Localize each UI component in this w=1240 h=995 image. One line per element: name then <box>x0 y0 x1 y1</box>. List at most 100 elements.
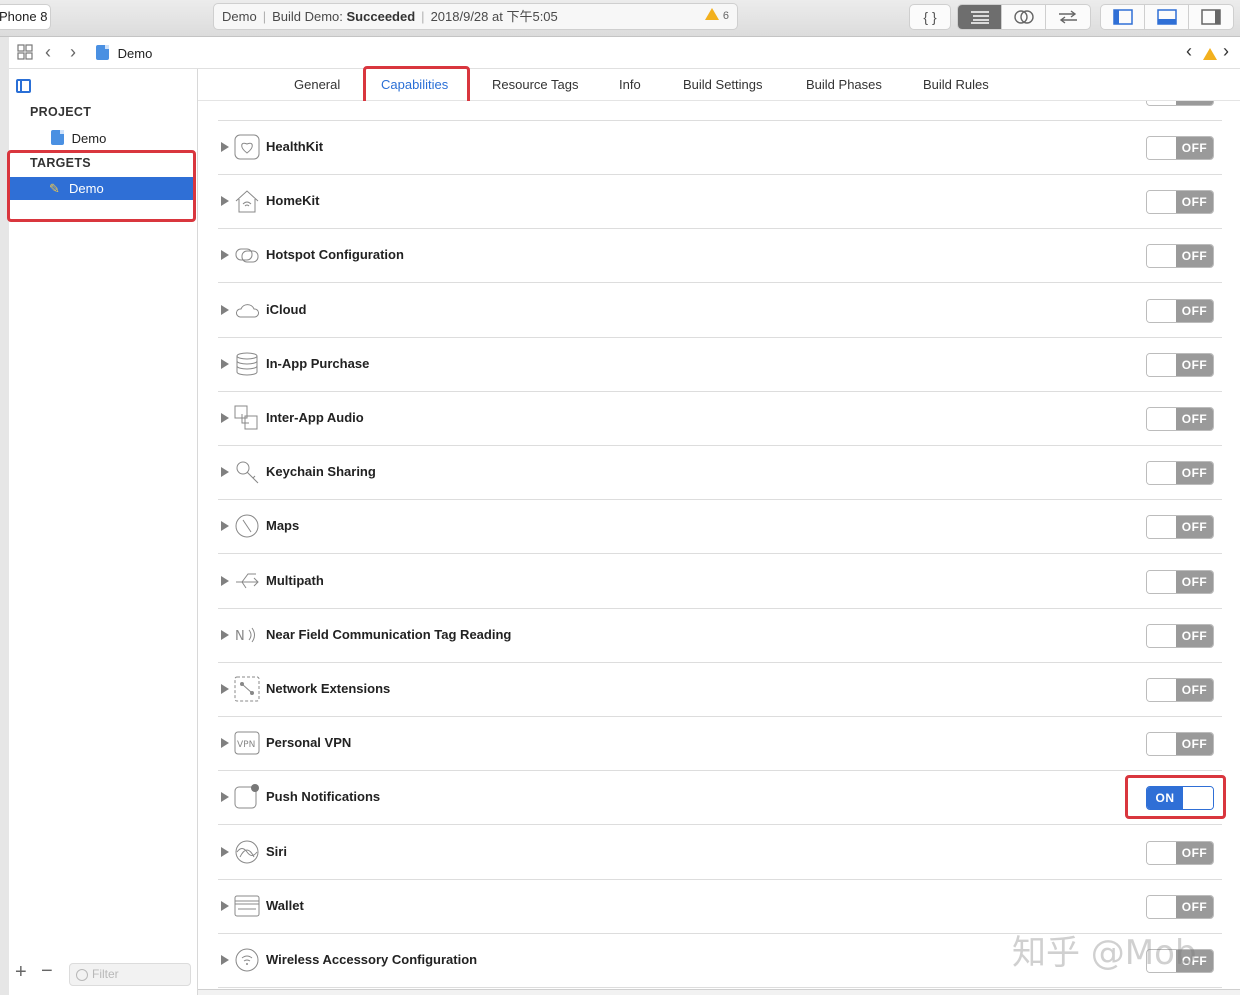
warning-indicator[interactable]: 6 <box>704 4 729 29</box>
disclosure-triangle-icon[interactable] <box>221 413 229 423</box>
tab-resource-tags[interactable]: Resource Tags <box>492 77 578 92</box>
capability-toggle[interactable]: OFF <box>1146 298 1214 323</box>
activity-timestamp: 2018/9/28 at 下午5:05 <box>430 9 558 24</box>
activity-project: Demo <box>222 9 257 24</box>
warning-count: 6 <box>722 10 729 22</box>
panel-toggle-group <box>1100 4 1234 30</box>
toggle-state: OFF <box>1176 408 1213 430</box>
disclosure-triangle-icon[interactable] <box>221 467 229 478</box>
standard-editor-button[interactable] <box>958 5 1003 29</box>
tab-general[interactable]: General <box>294 77 340 92</box>
capability-toggle[interactable]: OFF <box>1146 678 1214 702</box>
tab-info[interactable]: Info <box>619 77 641 92</box>
capability-row[interactable]: N Near Field Communication Tag Reading OFF <box>218 609 1222 663</box>
capability-switch-partial[interactable] <box>1146 101 1214 106</box>
capabilities-list: HealthKit OFF HomeKit OFF Hotspot Configurat… <box>198 101 1240 995</box>
watermark: 知乎 @Mob <box>1012 933 1197 973</box>
capability-row[interactable]: Keychain Sharing OFF <box>218 446 1222 501</box>
capability-label: Push Notifications <box>266 789 381 805</box>
toggle-knob <box>1147 245 1177 268</box>
editor-mode-group <box>957 4 1091 30</box>
window-toolbar: Phone 8 Demo | Build Demo: Succeeded | 2018/… <box>0 0 1240 37</box>
tab-build-phases[interactable]: Build Phases <box>806 77 882 92</box>
next-issue-icon[interactable]: › <box>1223 41 1229 62</box>
toggle-knob <box>1147 462 1177 485</box>
venn-icon <box>1013 10 1034 24</box>
add-target-button[interactable]: + <box>15 961 27 984</box>
activity-build-status: Succeeded <box>346 9 416 24</box>
remove-target-button[interactable]: − <box>41 960 53 983</box>
capability-toggle[interactable]: OFF <box>1146 407 1214 431</box>
tab-build-settings[interactable]: Build Settings <box>683 77 763 92</box>
targets-highlight-box <box>7 150 196 222</box>
capability-label: Maps <box>266 518 300 534</box>
assistant-editor-button[interactable] <box>1002 5 1046 29</box>
disclosure-triangle-icon[interactable] <box>221 955 229 965</box>
capability-toggle[interactable]: OFF <box>1146 840 1214 865</box>
capability-row[interactable]: Network Extensions OFF <box>218 663 1222 717</box>
disclosure-triangle-icon[interactable] <box>221 250 229 261</box>
capability-toggle[interactable]: OFF <box>1146 623 1214 648</box>
disclosure-triangle-icon[interactable] <box>221 304 229 315</box>
disclosure-triangle-icon[interactable] <box>221 142 229 152</box>
issue-warning-icon[interactable] <box>1203 46 1221 62</box>
toggle-knob <box>1147 353 1177 376</box>
capability-row[interactable]: iCloud OFF <box>218 284 1222 338</box>
version-editor-button[interactable] <box>1046 5 1090 29</box>
coins-icon <box>234 351 260 377</box>
disclosure-triangle-icon[interactable] <box>221 629 229 640</box>
lines-icon <box>970 11 989 24</box>
capability-toggle[interactable]: OFF <box>1146 352 1214 377</box>
capability-toggle[interactable]: OFF <box>1146 244 1214 269</box>
inspector-toggle-button[interactable] <box>1189 5 1233 29</box>
disclosure-triangle-icon[interactable] <box>221 521 229 532</box>
capability-toggle[interactable]: OFF <box>1146 461 1214 486</box>
capability-toggle[interactable]: OFF <box>1146 894 1214 919</box>
capability-row[interactable]: Hotspot Configuration OFF <box>218 229 1222 284</box>
breadcrumb-file[interactable]: Demo <box>96 45 152 61</box>
disclosure-triangle-icon[interactable] <box>221 738 229 749</box>
capability-row[interactable]: In-App Purchase OFF <box>218 338 1222 392</box>
toggle-knob <box>1147 570 1177 593</box>
toggle-state: OFF <box>1176 516 1213 539</box>
navigator-toggle-button[interactable] <box>1101 5 1146 29</box>
left-panel-icon <box>1112 9 1133 25</box>
debug-toggle-button[interactable] <box>1145 5 1189 29</box>
disclosure-triangle-icon[interactable] <box>221 575 229 586</box>
capability-row[interactable]: Push Notifications ON <box>218 771 1222 826</box>
capability-row[interactable]: Inter-App Audio OFF <box>218 392 1222 446</box>
toggle-state: OFF <box>1176 624 1213 647</box>
scheme-device-selector[interactable]: Phone 8 <box>0 4 51 30</box>
capability-toggle[interactable]: OFF <box>1146 136 1214 160</box>
capability-toggle[interactable]: OFF <box>1146 732 1214 757</box>
capability-toggle[interactable]: OFF <box>1146 190 1214 215</box>
bottom-panel-icon <box>1156 9 1177 25</box>
sidebar-project-demo[interactable]: Demo <box>51 130 106 146</box>
breadcrumb-file-label: Demo <box>117 46 153 61</box>
disclosure-triangle-icon[interactable] <box>221 900 229 911</box>
capability-row[interactable]: Siri OFF <box>218 826 1222 880</box>
disclosure-triangle-icon[interactable] <box>221 792 229 803</box>
capability-label: Near Field Communication Tag Reading <box>266 626 512 642</box>
capability-toggle[interactable]: OFF <box>1146 569 1214 594</box>
capability-toggle[interactable]: OFF <box>1146 515 1214 540</box>
siri-icon <box>234 839 260 865</box>
forward-arrow-icon[interactable]: › <box>70 42 76 63</box>
library-button[interactable]: { } <box>909 4 951 30</box>
disclosure-triangle-icon[interactable] <box>221 684 229 694</box>
disclosure-triangle-icon[interactable] <box>221 196 229 207</box>
disclosure-triangle-icon[interactable] <box>221 846 229 857</box>
back-arrow-icon[interactable]: ‹ <box>45 42 51 63</box>
related-items-icon[interactable] <box>17 44 33 63</box>
capability-row[interactable]: Maps OFF <box>218 500 1222 555</box>
capability-row[interactable]: VPN Personal VPN OFF <box>218 717 1222 772</box>
tab-build-rules[interactable]: Build Rules <box>923 77 989 92</box>
capability-row[interactable]: Multipath OFF <box>218 555 1222 609</box>
activity-viewer: Demo | Build Demo: Succeeded | 2018/9/28 at … <box>213 3 738 30</box>
filter-input[interactable]: Filter <box>69 963 191 986</box>
previous-issue-icon[interactable]: ‹ <box>1186 41 1192 62</box>
capability-row[interactable]: HomeKit OFF <box>218 175 1222 230</box>
hide-sidebar-icon[interactable] <box>16 79 31 93</box>
capability-row[interactable]: HealthKit OFF <box>218 121 1222 175</box>
disclosure-triangle-icon[interactable] <box>221 358 229 369</box>
